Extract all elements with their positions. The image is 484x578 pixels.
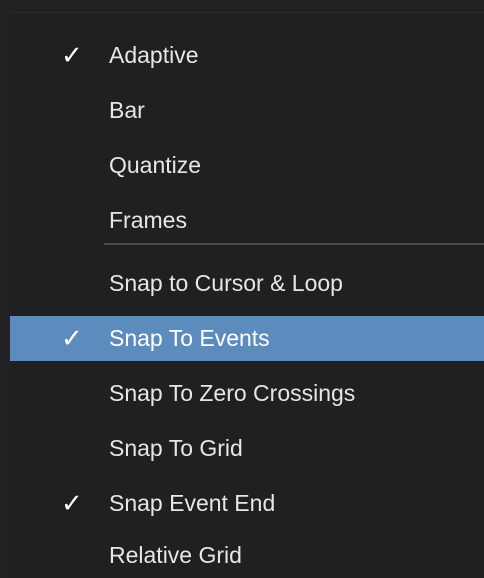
menu-item-label: Snap To Zero Crossings (109, 380, 356, 406)
menu-item-label: Snap to Cursor & Loop (109, 270, 343, 296)
checkmark-icon: ✓ (61, 40, 83, 70)
snap-dropdown-menu: ✓ Adaptive Bar Quantize Frames Snap to C… (10, 12, 484, 578)
menu-item-relative-grid[interactable]: Relative Grid (10, 533, 484, 578)
menu-item-bar[interactable]: Bar (10, 88, 484, 133)
checkmark-icon: ✓ (61, 488, 83, 518)
menu-item-label: Snap To Grid (109, 435, 243, 461)
menu-item-label: Adaptive (109, 42, 199, 68)
checkmark-icon: ✓ (61, 323, 83, 353)
menu-item-frames[interactable]: Frames (10, 198, 484, 243)
menu-item-snap-to-grid[interactable]: Snap To Grid (10, 426, 484, 471)
menu-item-snap-to-events[interactable]: ✓ Snap To Events (10, 316, 484, 361)
menu-item-snap-to-zero-crossings[interactable]: Snap To Zero Crossings (10, 371, 484, 416)
menu-item-label: Relative Grid (109, 542, 242, 568)
menu-item-snap-event-end[interactable]: ✓ Snap Event End (10, 481, 484, 526)
menu-item-snap-to-cursor-and-loop[interactable]: Snap to Cursor & Loop (10, 261, 484, 306)
menu-item-adaptive[interactable]: ✓ Adaptive (10, 33, 484, 78)
menu-item-label: Snap Event End (109, 490, 276, 516)
menu-item-label: Frames (109, 207, 187, 233)
menu-item-quantize[interactable]: Quantize (10, 143, 484, 188)
menu-item-label: Bar (109, 97, 145, 123)
menu-item-label: Quantize (109, 152, 202, 178)
menu-item-label: Snap To Events (109, 325, 270, 351)
menu-separator (104, 243, 484, 245)
